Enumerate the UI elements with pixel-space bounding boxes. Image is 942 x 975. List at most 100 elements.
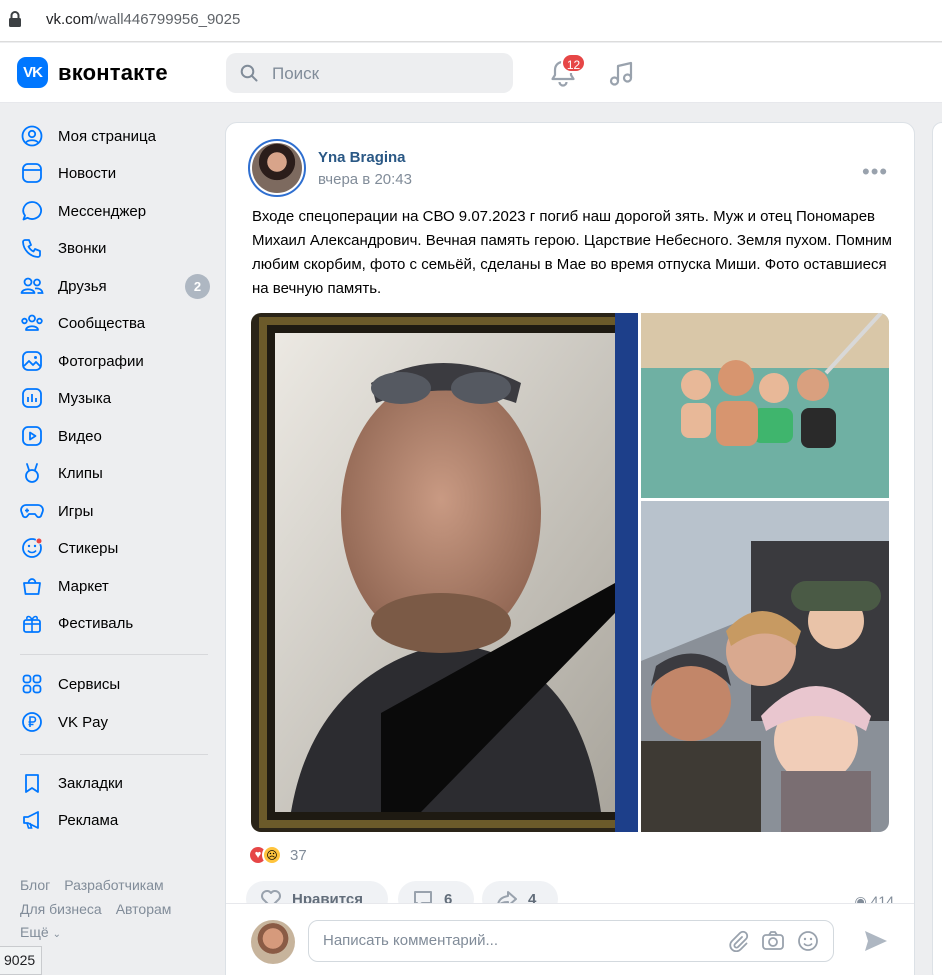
sidebar-item-news[interactable]: Новости	[20, 158, 216, 188]
sidebar-item-label: Звонки	[58, 239, 107, 257]
sidebar-item-label: VK Pay	[58, 713, 109, 731]
url-text[interactable]: vk.com/wall446799956_9025	[46, 11, 240, 28]
festival-icon	[20, 611, 44, 635]
post-time[interactable]: вчера в 20:43	[318, 171, 412, 188]
services-icon	[20, 672, 44, 696]
post-photo-selfie[interactable]	[641, 501, 889, 832]
sidebar-item-label: Друзья	[58, 277, 107, 295]
sidebar-divider	[20, 654, 208, 655]
chevron-down-icon: ⌄	[52, 929, 62, 940]
search-icon	[240, 64, 258, 82]
right-panel	[932, 122, 942, 975]
music-icon	[20, 386, 44, 410]
sidebar-item-services[interactable]: Сервисы	[20, 669, 216, 699]
post-photo-portrait[interactable]	[251, 313, 638, 832]
sidebar-item-label: Фестиваль	[58, 614, 134, 632]
sidebar-item-communities[interactable]: Сообщества	[20, 308, 216, 338]
search-placeholder: Поиск	[272, 64, 320, 83]
comment-input[interactable]: Написать комментарий...	[308, 920, 834, 962]
sidebar-item-label: Сообщества	[58, 314, 146, 332]
sidebar-item-bookmarks[interactable]: Закладки	[20, 768, 216, 798]
selfie-image	[641, 501, 889, 832]
current-user-avatar[interactable]	[251, 920, 295, 964]
sidebar-item-stickers[interactable]: Стикеры	[20, 533, 216, 563]
sidebar-item-label: Моя страница	[58, 127, 156, 145]
lock-icon	[9, 11, 21, 27]
stickers-icon	[20, 536, 44, 560]
notifications-badge: 12	[561, 53, 586, 73]
sidebar-item-video[interactable]: Видео	[20, 421, 216, 451]
sidebar-item-label: Видео	[58, 427, 102, 445]
post-author-name[interactable]: Yna Bragina	[318, 149, 406, 166]
sidebar-item-vkpay[interactable]: VK Pay	[20, 707, 216, 737]
sidebar-item-label: Стикеры	[58, 539, 119, 557]
sidebar-item-label: Сервисы	[58, 675, 121, 693]
more-options-icon[interactable]: •••	[862, 159, 888, 185]
market-icon	[20, 574, 44, 598]
sad-reaction-icon: ☹	[262, 845, 282, 865]
sidebar-item-calls[interactable]: Звонки	[20, 233, 216, 263]
sidebar-item-clips[interactable]: Клипы	[20, 458, 216, 488]
phone-icon	[20, 236, 44, 260]
sidebar-item-friends[interactable]: Друзья 2	[20, 271, 216, 301]
pool-image	[641, 313, 889, 498]
vkpay-icon	[20, 710, 44, 734]
post-text: Входе спецоперации на СВО 9.07.2023 г по…	[252, 208, 892, 297]
sidebar-item-photos[interactable]: Фотографии	[20, 346, 216, 376]
user-circle-icon	[20, 124, 44, 148]
vk-logo[interactable]: VK вконтакте	[17, 57, 168, 88]
vk-logo-badge: VK	[17, 57, 48, 88]
vk-header: VK вконтакте Поиск 12	[0, 43, 942, 103]
communities-icon	[20, 311, 44, 335]
footer-more[interactable]: Ещё ⌄	[20, 924, 75, 940]
sidebar-divider	[20, 754, 208, 755]
send-icon[interactable]	[863, 929, 889, 953]
sidebar-item-ads[interactable]: Реклама	[20, 805, 216, 835]
reactions-count: 37	[290, 846, 307, 864]
emoji-icon[interactable]	[797, 930, 819, 952]
friends-count-badge: 2	[185, 274, 210, 299]
sidebar-item-label: Реклама	[58, 811, 119, 829]
camera-icon[interactable]	[761, 930, 785, 952]
author-avatar[interactable]	[248, 139, 306, 197]
reactions-summary[interactable]: ♥ ☹ 37	[248, 845, 307, 865]
search-input[interactable]: Поиск	[226, 53, 513, 93]
news-icon	[20, 161, 44, 185]
portrait-image	[251, 313, 638, 832]
sidebar-item-label: Фотографии	[58, 352, 144, 370]
sidebar-item-music[interactable]: Музыка	[20, 383, 216, 413]
sidebar-item-market[interactable]: Маркет	[20, 571, 216, 601]
url-path: /wall446799956_9025	[93, 11, 241, 28]
sidebar-item-games[interactable]: Игры	[20, 496, 216, 526]
sidebar-item-label: Мессенджер	[58, 202, 147, 220]
footer-more-label: Ещё	[20, 924, 49, 940]
sidebar-item-label: Игры	[58, 502, 94, 520]
sidebar-item-messenger[interactable]: Мессенджер	[20, 196, 216, 226]
footer-link-authors[interactable]: Авторам	[116, 901, 172, 917]
ads-icon	[20, 808, 44, 832]
music-icon[interactable]	[608, 60, 636, 88]
comment-composer: Написать комментарий...	[226, 903, 914, 975]
clips-icon	[20, 461, 44, 485]
sidebar-item-festival[interactable]: Фестиваль	[20, 608, 216, 638]
sidebar-item-label: Маркет	[58, 577, 109, 595]
footer-links-row2: Для бизнеса Авторам	[20, 901, 185, 917]
footer-link-business[interactable]: Для бизнеса	[20, 901, 102, 917]
browser-address-bar[interactable]: vk.com/wall446799956_9025	[0, 0, 942, 42]
url-host: vk.com	[46, 11, 94, 28]
games-icon	[20, 499, 44, 523]
friends-icon	[20, 274, 44, 298]
sidebar-item-label: Новости	[58, 164, 117, 182]
video-icon	[20, 424, 44, 448]
footer-link-blog[interactable]: Блог	[20, 877, 50, 893]
comment-placeholder: Написать комментарий...	[323, 932, 499, 949]
bookmark-icon	[20, 771, 44, 795]
avatar-image	[252, 143, 302, 193]
sidebar-item-my-page[interactable]: Моя страница	[20, 121, 216, 151]
post-card: Yna Bragina вчера в 20:43 ••• Входе спец…	[225, 122, 915, 975]
post-photo-pool[interactable]	[641, 313, 889, 498]
footer-link-dev[interactable]: Разработчикам	[64, 877, 163, 893]
photos-icon	[20, 349, 44, 373]
message-icon	[20, 199, 44, 223]
attach-icon[interactable]	[727, 930, 749, 952]
